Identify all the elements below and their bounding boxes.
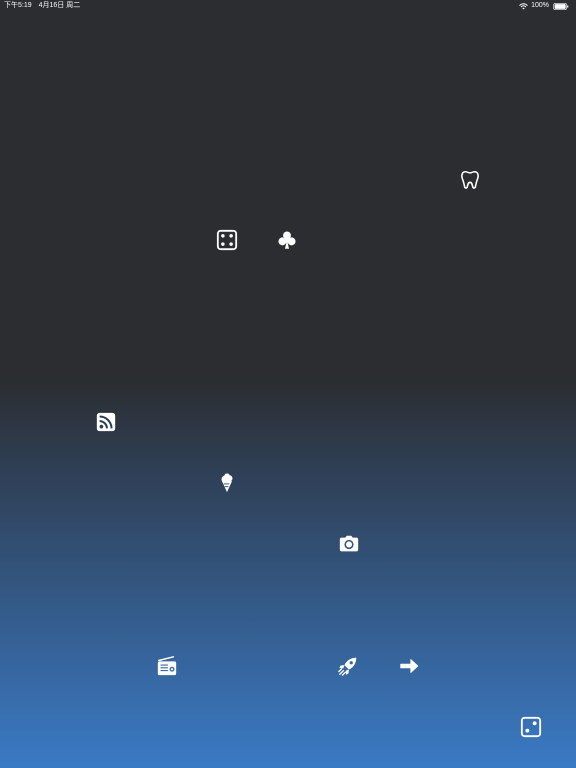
battery-icon <box>553 2 569 10</box>
wifi-icon <box>519 2 528 9</box>
camera-icon[interactable] <box>338 533 360 555</box>
status-right: 100% <box>519 0 570 12</box>
rss-feed-icon[interactable] <box>95 411 117 433</box>
status-left: 下午5:19 4月16日 周二 <box>4 0 85 12</box>
dice-four-icon[interactable] <box>216 229 238 251</box>
arrow-right-icon[interactable] <box>398 655 420 677</box>
rocket-icon[interactable] <box>337 655 359 677</box>
battery-percent: 100% <box>531 2 549 9</box>
status-bar: 下午5:19 4月16日 周二 100% <box>0 0 576 12</box>
status-time: 下午5:19 <box>4 2 32 9</box>
radio-icon[interactable] <box>156 655 178 677</box>
ice-cream-icon[interactable] <box>216 472 238 494</box>
dice-two-icon[interactable] <box>520 716 542 738</box>
tooth-icon[interactable] <box>459 169 481 191</box>
status-date: 4月16日 周二 <box>38 2 81 9</box>
club-suit-icon[interactable] <box>276 229 298 251</box>
